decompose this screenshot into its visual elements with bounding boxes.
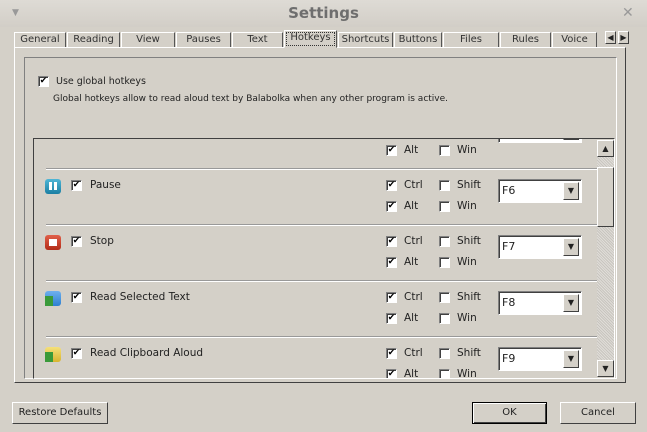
row-divider (46, 280, 598, 282)
win-checkbox[interactable] (439, 369, 450, 378)
tab-text[interactable]: Text (232, 32, 283, 48)
enable-checkbox[interactable]: ✔ (71, 180, 82, 191)
hotkey-name: Stop (90, 235, 114, 247)
ctrl-label: Ctrl (404, 291, 423, 303)
tab-pauses[interactable]: Pauses (176, 32, 231, 48)
hotkey-row-pause: ✔ Pause ✔ Ctrl Shift ✔ Alt Win F6 ▼ (34, 168, 598, 224)
tab-general[interactable]: General (14, 32, 66, 48)
shift-checkbox[interactable] (439, 292, 450, 303)
use-global-hotkeys-label: Use global hotkeys (56, 76, 146, 87)
hotkey-row-read-selected-text: ✔ Read Selected Text ✔ Ctrl Shift ✔ Alt Win… (34, 280, 598, 336)
ctrl-label: Ctrl (404, 235, 423, 247)
enable-checkbox[interactable]: ✔ (71, 348, 82, 359)
ctrl-checkbox[interactable]: ✔ (386, 292, 397, 303)
tab-files[interactable]: Files (443, 32, 499, 48)
ok-button[interactable]: OK (472, 402, 547, 424)
hotkey-name: Read Clipboard Aloud (90, 347, 204, 359)
stop-icon (45, 235, 61, 250)
alt-label: Alt (404, 200, 419, 212)
alt-label: Alt (404, 144, 419, 156)
use-global-hotkeys-checkbox[interactable]: ✔ (38, 76, 49, 87)
tab-hotkeys[interactable]: Hotkeys (284, 30, 337, 48)
key-value: F8 (502, 296, 516, 309)
hotkey-row-stop: ✔ Stop ✔ Ctrl Shift ✔ Alt Win F7 ▼ (34, 224, 598, 280)
pause-icon (45, 179, 61, 194)
ctrl-label: Ctrl (404, 347, 423, 359)
chevron-down-icon[interactable]: ▼ (563, 182, 579, 200)
win-checkbox[interactable] (439, 145, 450, 156)
shift-label: Shift (457, 235, 481, 247)
alt-label: Alt (404, 256, 419, 268)
win-label: Win (457, 256, 477, 268)
row-divider (46, 336, 598, 338)
key-value: F9 (502, 352, 516, 365)
scroll-thumb[interactable] (597, 167, 614, 227)
shift-label: Shift (457, 179, 481, 191)
row-divider (46, 224, 598, 226)
hotkeys-list: ▼ ✔ Alt Win ✔ Pause ✔ Ctrl Shift ✔ Alt Win F… (33, 138, 615, 379)
tab-view[interactable]: View (121, 32, 175, 48)
title-bar: ▼ Settings ✕ (0, 0, 647, 27)
tab-shortcuts[interactable]: Shortcuts (338, 32, 393, 48)
tab-voice[interactable]: Voice (552, 32, 597, 48)
hotkey-name: Read Selected Text (90, 291, 190, 303)
win-label: Win (457, 144, 477, 156)
shift-checkbox[interactable] (439, 180, 450, 191)
restore-defaults-button[interactable]: Restore Defaults (12, 402, 108, 424)
win-checkbox[interactable] (439, 313, 450, 324)
global-hotkeys-description: Global hotkeys allow to read aloud text … (53, 94, 449, 104)
shift-label: Shift (457, 291, 481, 303)
chevron-down-icon[interactable]: ▼ (563, 294, 579, 312)
hotkey-row-read-clipboard-aloud: ✔ Read Clipboard Aloud ✔ Ctrl Shift ✔ Alt W… (34, 336, 598, 379)
tab-rules[interactable]: Rules (500, 32, 551, 48)
tab-scroll-right-button[interactable]: ▶ (618, 31, 629, 44)
win-checkbox[interactable] (439, 201, 450, 212)
key-combo[interactable]: F6 ▼ (498, 179, 582, 203)
read-selected-icon (45, 291, 61, 306)
key-combo[interactable]: F9 ▼ (498, 347, 582, 371)
key-value: F6 (502, 184, 516, 197)
win-label: Win (457, 312, 477, 324)
window-title: Settings (288, 4, 359, 22)
ctrl-checkbox[interactable]: ✔ (386, 348, 397, 359)
scroll-down-button[interactable]: ▼ (597, 360, 614, 377)
tab-scroll-left-button[interactable]: ◀ (605, 31, 616, 44)
key-combo[interactable]: F7 ▼ (498, 235, 582, 259)
chevron-down-icon[interactable]: ▼ (563, 350, 579, 368)
win-label: Win (457, 200, 477, 212)
read-clipboard-icon (45, 347, 61, 362)
shift-label: Shift (457, 347, 481, 359)
hotkey-row-partial: ▼ ✔ Alt Win (34, 139, 598, 156)
row-divider (46, 168, 598, 170)
alt-checkbox[interactable]: ✔ (386, 313, 397, 324)
alt-label: Alt (404, 368, 419, 379)
close-icon[interactable]: ✕ (622, 5, 634, 21)
ctrl-label: Ctrl (404, 179, 423, 191)
key-combo[interactable]: ▼ (498, 139, 582, 143)
cancel-button[interactable]: Cancel (560, 402, 636, 424)
tab-reading[interactable]: Reading (67, 32, 120, 48)
ctrl-checkbox[interactable]: ✔ (386, 180, 397, 191)
shift-checkbox[interactable] (439, 348, 450, 359)
alt-checkbox[interactable]: ✔ (386, 201, 397, 212)
scrollbar[interactable]: ▲ ▼ (597, 140, 614, 377)
alt-checkbox[interactable]: ✔ (386, 369, 397, 378)
hotkey-name: Pause (90, 179, 121, 191)
enable-checkbox[interactable]: ✔ (71, 292, 82, 303)
key-value: F7 (502, 240, 516, 253)
chevron-down-icon[interactable]: ▼ (563, 238, 579, 256)
tab-buttons[interactable]: Buttons (394, 32, 442, 48)
alt-checkbox[interactable]: ✔ (386, 257, 397, 268)
shift-checkbox[interactable] (439, 236, 450, 247)
enable-checkbox[interactable]: ✔ (71, 236, 82, 247)
win-label: Win (457, 368, 477, 379)
scroll-up-button[interactable]: ▲ (597, 140, 614, 157)
ctrl-checkbox[interactable]: ✔ (386, 236, 397, 247)
alt-label: Alt (404, 312, 419, 324)
key-combo[interactable]: F8 ▼ (498, 291, 582, 315)
win-checkbox[interactable] (439, 257, 450, 268)
alt-checkbox[interactable]: ✔ (386, 145, 397, 156)
chevron-down-icon[interactable]: ▼ (563, 139, 579, 140)
